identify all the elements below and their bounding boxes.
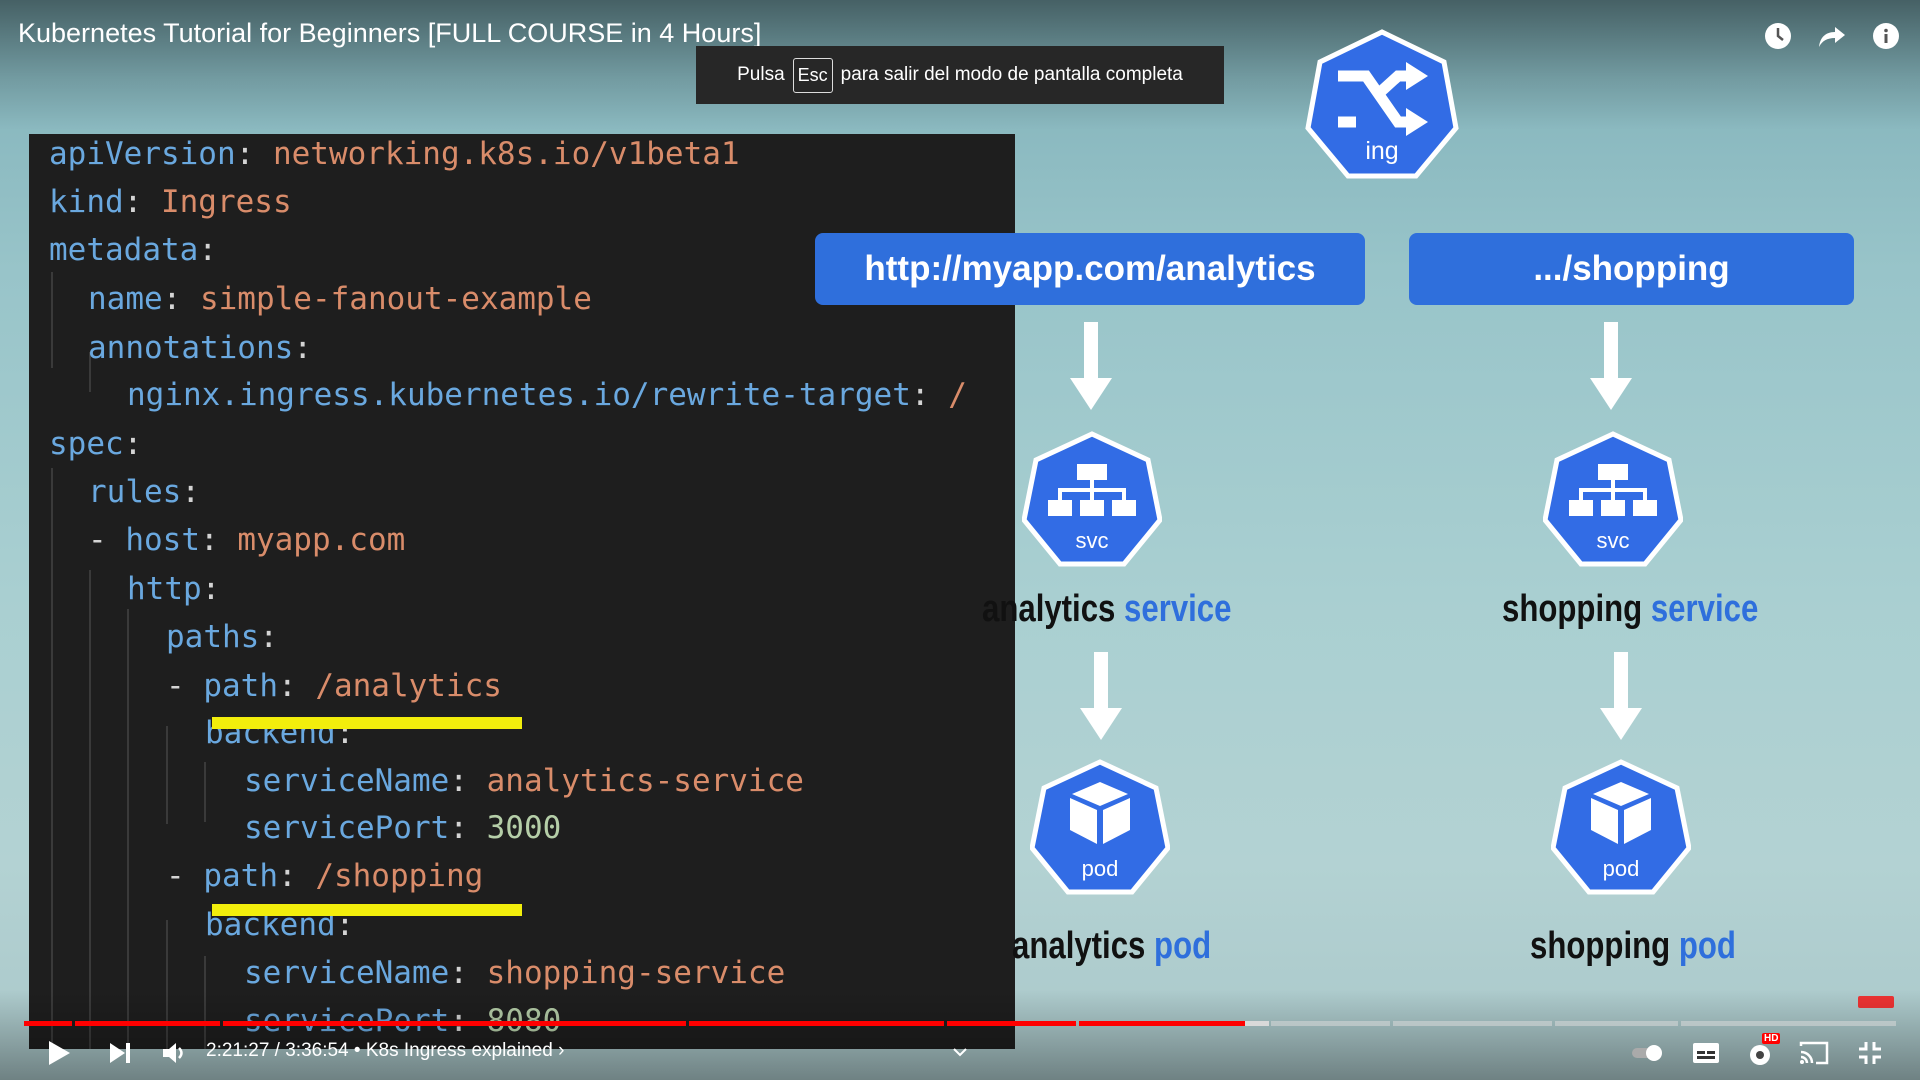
code-line: - path: /analytics xyxy=(166,668,502,704)
progress-segment[interactable] xyxy=(1681,1021,1896,1026)
ingress-icon-label: ing xyxy=(1365,137,1398,165)
url-box-shopping: .../shopping xyxy=(1409,233,1854,305)
code-line: nginx.ingress.kubernetes.io/rewrite-targ… xyxy=(127,377,967,413)
indent-guide xyxy=(127,609,129,1049)
indent-guide xyxy=(51,468,53,1048)
skip-next-icon xyxy=(110,1043,130,1063)
indent-guide xyxy=(51,272,53,368)
code-line: annotations: xyxy=(88,330,312,366)
analytics-service-label: analytics service xyxy=(982,588,1232,630)
shopping-service-label: shopping service xyxy=(1502,588,1759,630)
volume-icon xyxy=(163,1043,183,1063)
video-title[interactable]: Kubernetes Tutorial for Beginners [FULL … xyxy=(18,18,761,49)
pod-icon: pod xyxy=(1551,759,1691,895)
toast-text-after: para salir del modo de pantalla completa xyxy=(840,64,1183,85)
pod-icon-label: pod xyxy=(1082,856,1119,881)
code-line: kind: Ingress xyxy=(49,184,292,220)
indent-guide xyxy=(89,570,91,1049)
pod-icon-label: pod xyxy=(1603,856,1640,881)
play-button[interactable] xyxy=(40,1035,76,1071)
code-line: - path: /shopping xyxy=(166,858,484,894)
progress-bar[interactable] xyxy=(24,1021,1896,1026)
code-line: - host: myapp.com xyxy=(88,522,406,558)
shopping-pod-label: shopping pod xyxy=(1530,925,1736,967)
subtitles-icon xyxy=(1693,1043,1719,1063)
autoplay-toggle-icon xyxy=(1632,1045,1662,1061)
next-button[interactable] xyxy=(102,1035,138,1071)
top-controls xyxy=(1762,20,1902,52)
progress-played-segment xyxy=(75,1021,220,1026)
url-box-analytics: http://myapp.com/analytics xyxy=(815,233,1365,305)
cast-icon xyxy=(1799,1041,1829,1065)
fullscreen-exit-toast: Pulsa Esc para salir del modo de pantall… xyxy=(696,46,1224,104)
chapter-chevron-icon[interactable]: › xyxy=(558,1040,564,1061)
exit-fullscreen-icon xyxy=(1859,1042,1881,1064)
analytics-pod-label: analytics pod xyxy=(1012,925,1212,967)
progress-played-segment xyxy=(24,1021,72,1026)
time-and-chapter: 2:21:27 / 3:36:54 • K8s Ingress explaine… xyxy=(206,1040,564,1062)
toast-text-before: Pulsa xyxy=(737,64,785,85)
info-icon[interactable] xyxy=(1870,20,1902,52)
progress-played-segment xyxy=(947,1021,1076,1026)
down-arrow-icon xyxy=(1590,322,1632,410)
code-line: name: simple-fanout-example xyxy=(88,281,592,317)
code-line: paths: xyxy=(166,619,278,655)
code-line: http: xyxy=(127,571,221,607)
pod-icon: pod xyxy=(1030,759,1170,895)
code-line: serviceName: shopping-service xyxy=(244,955,786,991)
cast-button[interactable] xyxy=(1796,1035,1832,1071)
ingress-icon: ing xyxy=(1305,29,1459,179)
code-line: metadata: xyxy=(49,232,217,268)
code-line: rules: xyxy=(88,474,200,510)
code-line: apiVersion: networking.k8s.io/v1beta1 xyxy=(49,136,740,172)
down-arrow-icon xyxy=(1600,652,1642,740)
indent-guide xyxy=(166,726,168,824)
progress-segment[interactable] xyxy=(1271,1021,1390,1026)
service-icon: svc xyxy=(1543,431,1683,567)
code-line: serviceName: analytics-service xyxy=(244,763,804,799)
chapter-title[interactable]: K8s Ingress explained xyxy=(366,1040,553,1061)
code-line: servicePort: 3000 xyxy=(244,810,562,846)
progress-segment[interactable] xyxy=(1393,1021,1552,1026)
watch-later-icon[interactable] xyxy=(1762,20,1794,52)
time-display: 2:21:27 / 3:36:54 xyxy=(206,1040,349,1061)
hd-badge: HD xyxy=(1762,1033,1781,1044)
progress-played-segment xyxy=(223,1021,686,1026)
down-arrow-icon xyxy=(1070,322,1112,410)
esc-key-badge: Esc xyxy=(792,57,833,93)
exit-fullscreen-button[interactable] xyxy=(1852,1035,1888,1071)
code-line: spec: xyxy=(49,426,143,462)
service-icon: svc xyxy=(1022,431,1162,567)
subtitles-button[interactable] xyxy=(1688,1035,1724,1071)
progress-played-segment xyxy=(689,1021,944,1026)
chevron-down-icon[interactable] xyxy=(948,1040,972,1064)
play-icon xyxy=(49,1041,70,1065)
volume-button[interactable] xyxy=(156,1035,192,1071)
settings-button[interactable]: HD xyxy=(1742,1033,1782,1071)
highlight-underline xyxy=(212,717,522,729)
progress-played-segment xyxy=(1079,1021,1245,1026)
autoplay-toggle[interactable] xyxy=(1628,1035,1668,1071)
service-icon-label: svc xyxy=(1597,528,1630,553)
highlight-underline xyxy=(212,904,522,916)
service-icon-label: svc xyxy=(1076,528,1109,553)
progress-segment[interactable] xyxy=(1555,1021,1678,1026)
time-separator: • xyxy=(353,1040,361,1061)
share-icon[interactable] xyxy=(1816,20,1848,52)
down-arrow-icon xyxy=(1080,652,1122,740)
indent-guide xyxy=(204,762,206,822)
progress-buffered-segment xyxy=(1244,1021,1269,1026)
